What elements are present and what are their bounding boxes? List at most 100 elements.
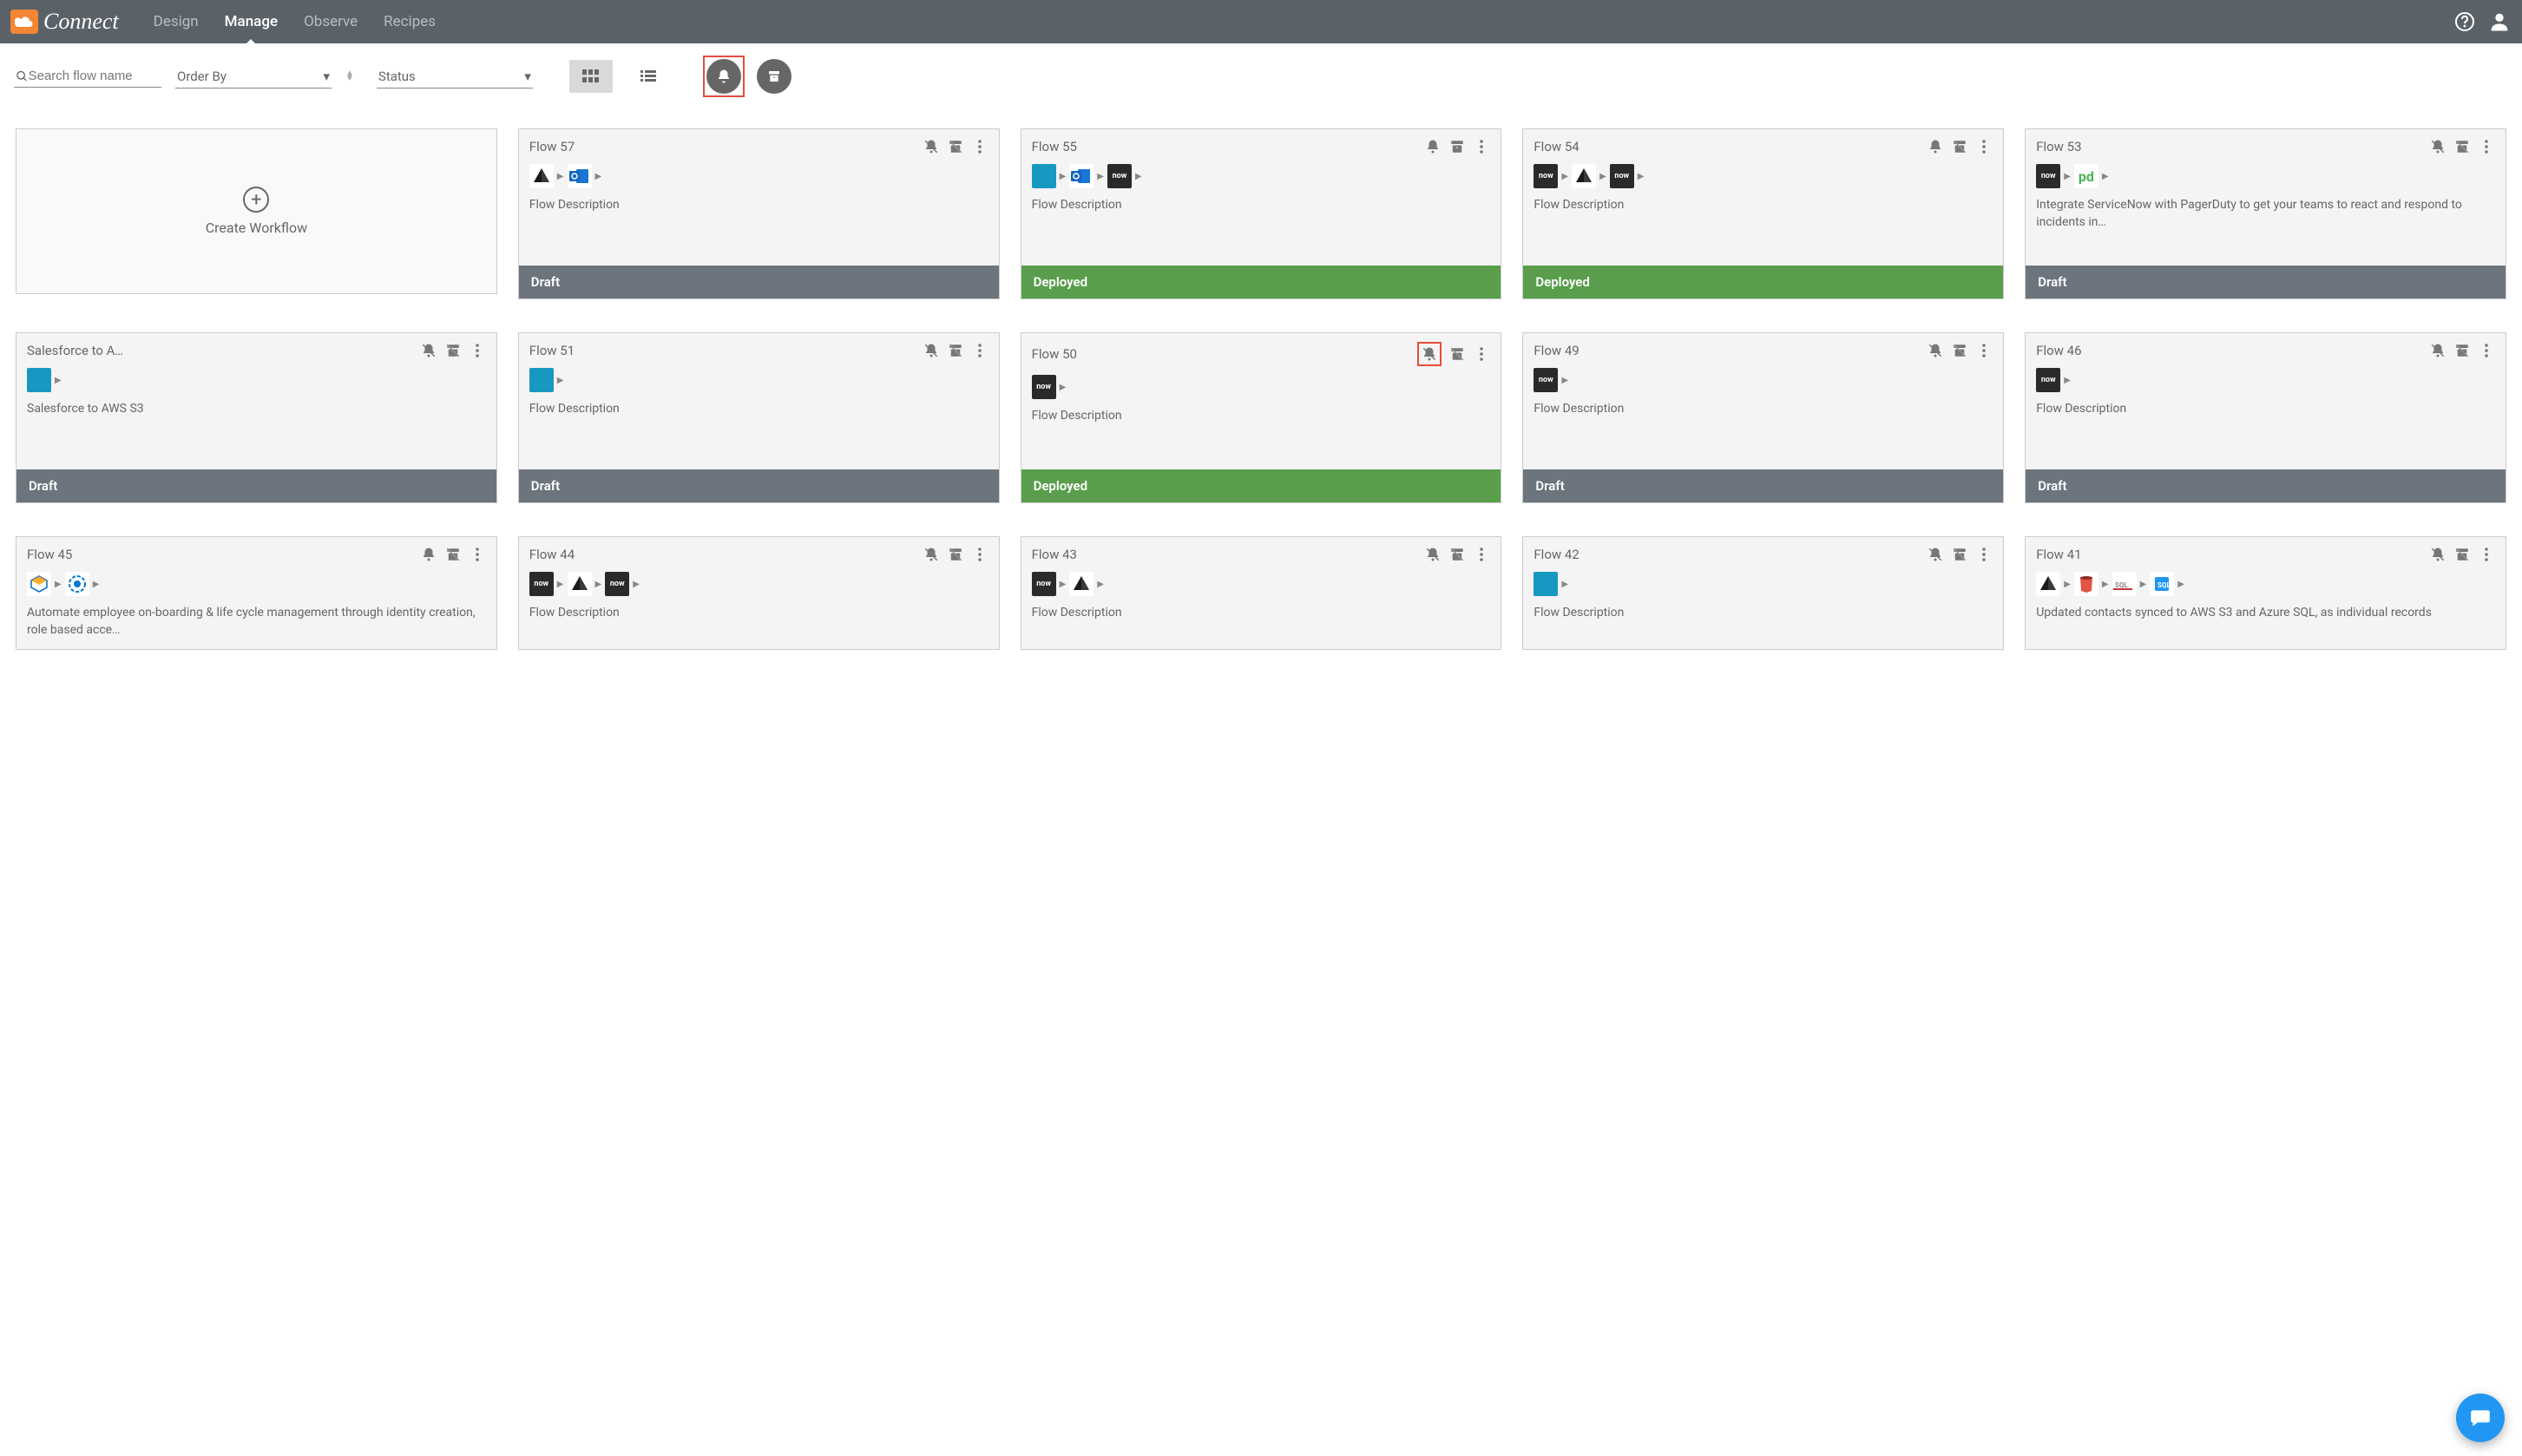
archive-off-icon[interactable] <box>1951 546 1968 563</box>
workflow-card[interactable]: Flow 45▶▶Automate employee on-boarding &… <box>16 536 497 650</box>
more-menu-icon[interactable] <box>1473 546 1490 563</box>
workflow-card[interactable]: Flow 50now▶Flow DescriptionDeployed <box>1021 332 1502 503</box>
status-badge: Draft <box>2026 469 2506 502</box>
more-menu-icon[interactable] <box>1473 138 1490 155</box>
bell-off-icon[interactable] <box>2429 546 2446 563</box>
bell-off-icon[interactable] <box>1927 546 1944 563</box>
archive-off-icon[interactable] <box>1448 345 1466 363</box>
grid-view-button[interactable] <box>569 60 613 93</box>
search-input[interactable] <box>29 69 160 83</box>
arrow-icon: ▶ <box>1060 172 1067 181</box>
workflow-card[interactable]: Flow 44now▶▶now▶Flow Description <box>518 536 1000 650</box>
nav-recipes[interactable]: Recipes <box>384 1 436 43</box>
status-badge: Deployed <box>1523 266 2003 298</box>
connector-row: ▶▶now▶ <box>1021 161 1501 195</box>
connector-azure-ad-icon <box>568 572 592 596</box>
chat-widget[interactable] <box>2456 1394 2505 1442</box>
nav-observe[interactable]: Observe <box>304 1 358 43</box>
arrow-icon: ▶ <box>2177 580 2184 589</box>
arrow-icon: ▶ <box>2064 172 2071 181</box>
connector-row: now▶▶now▶ <box>519 568 999 603</box>
archive-off-icon[interactable] <box>444 342 462 359</box>
create-workflow-card[interactable]: +Create Workflow <box>16 128 497 294</box>
bell-off-icon[interactable] <box>2429 138 2446 155</box>
workflow-card[interactable]: Flow 43now▶▶Flow Description <box>1021 536 1502 650</box>
user-profile-icon[interactable] <box>2487 10 2512 34</box>
arrow-icon: ▶ <box>1561 172 1568 181</box>
workflow-card[interactable]: Flow 42▶Flow Description <box>1522 536 2004 650</box>
workflow-card[interactable]: Flow 55▶▶now▶Flow DescriptionDeployed <box>1021 128 1502 299</box>
workflow-card[interactable]: Flow 54now▶▶now▶Flow DescriptionDeployed <box>1522 128 2004 299</box>
workflow-card[interactable]: Flow 46now▶Flow DescriptionDraft <box>2025 332 2506 503</box>
archive-off-icon[interactable] <box>1951 342 1968 359</box>
connector-aws-s3-icon <box>2074 572 2098 596</box>
workflow-grid: +Create WorkflowFlow 57▶▶Flow Descriptio… <box>0 108 2522 671</box>
bell-off-icon[interactable] <box>1927 342 1944 359</box>
bell-off-icon[interactable] <box>923 546 940 563</box>
arrow-icon: ▶ <box>595 172 602 181</box>
more-menu-icon[interactable] <box>1975 342 1993 359</box>
archive-icon[interactable] <box>1448 138 1466 155</box>
create-label: Create Workflow <box>206 220 307 236</box>
more-menu-icon[interactable] <box>1975 546 1993 563</box>
sort-direction-toggle[interactable]: ▲▼ <box>345 71 354 82</box>
nav-manage[interactable]: Manage <box>225 1 278 43</box>
workflow-card[interactable]: Flow 51▶Flow DescriptionDraft <box>518 332 1000 503</box>
workflow-card[interactable]: Flow 41▶▶SQL▶SQL▶Updated contacts synced… <box>2025 536 2506 650</box>
connector-row: ▶▶SQL▶SQL▶ <box>2026 568 2506 603</box>
search-input-wrap[interactable] <box>14 65 161 88</box>
notifications-button[interactable] <box>706 59 741 94</box>
more-menu-icon[interactable] <box>971 342 988 359</box>
status-select[interactable]: Status ▾ <box>377 65 533 89</box>
more-menu-icon[interactable] <box>2478 342 2495 359</box>
card-title: Flow 53 <box>2036 139 2081 154</box>
bell-off-icon[interactable] <box>420 342 437 359</box>
status-badge: Deployed <box>1021 266 1501 298</box>
order-by-label: Order By <box>177 69 227 84</box>
card-description: Flow Description <box>1523 603 2003 649</box>
workflow-card[interactable]: Flow 53now▶pd▶Integrate ServiceNow with … <box>2025 128 2506 299</box>
archive-off-icon[interactable] <box>2453 138 2471 155</box>
archive-off-icon[interactable] <box>1951 138 1968 155</box>
more-menu-icon[interactable] <box>2478 138 2495 155</box>
archive-button[interactable] <box>757 59 791 94</box>
status-badge: Draft <box>2026 266 2506 298</box>
help-icon[interactable] <box>2453 10 2477 34</box>
brand-text: Connect <box>43 9 119 35</box>
arrow-icon: ▶ <box>2102 172 2109 181</box>
bell-icon[interactable] <box>1424 138 1442 155</box>
archive-off-icon[interactable] <box>947 546 964 563</box>
bell-off-icon[interactable] <box>1424 546 1442 563</box>
archive-off-icon[interactable] <box>2453 546 2471 563</box>
nav-design[interactable]: Design <box>154 1 199 43</box>
archive-off-icon[interactable] <box>2453 342 2471 359</box>
bell-icon[interactable] <box>1927 138 1944 155</box>
more-menu-icon[interactable] <box>971 546 988 563</box>
more-menu-icon[interactable] <box>2478 546 2495 563</box>
connector-sqlserver-icon: SQL <box>2112 572 2137 596</box>
more-menu-icon[interactable] <box>971 138 988 155</box>
list-view-button[interactable] <box>627 60 670 93</box>
order-by-select[interactable]: Order By ▾ <box>175 65 332 89</box>
connector-azure-ad-icon <box>1069 572 1094 596</box>
more-menu-icon[interactable] <box>1473 345 1490 363</box>
archive-off-icon[interactable] <box>1448 546 1466 563</box>
card-description: Flow Description <box>519 603 999 649</box>
more-menu-icon[interactable] <box>469 342 486 359</box>
more-menu-icon[interactable] <box>1975 138 1993 155</box>
workflow-card[interactable]: Flow 49now▶Flow DescriptionDraft <box>1522 332 2004 503</box>
connector-row: ▶ <box>16 364 496 399</box>
bell-off-icon[interactable] <box>923 138 940 155</box>
more-menu-icon[interactable] <box>469 546 486 563</box>
workflow-card[interactable]: Salesforce to AW…▶Salesforce to AWS S3Dr… <box>16 332 497 503</box>
bell-off-icon[interactable] <box>1421 345 1438 363</box>
bell-off-icon[interactable] <box>2429 342 2446 359</box>
archive-off-icon[interactable] <box>444 546 462 563</box>
workflow-card[interactable]: Flow 57▶▶Flow DescriptionDraft <box>518 128 1000 299</box>
archive-off-icon[interactable] <box>947 342 964 359</box>
connector-row: now▶▶now▶ <box>1523 161 2003 195</box>
card-title: Flow 50 <box>1032 346 1077 362</box>
bell-icon[interactable] <box>420 546 437 563</box>
bell-off-icon[interactable] <box>923 342 940 359</box>
archive-off-icon[interactable] <box>947 138 964 155</box>
